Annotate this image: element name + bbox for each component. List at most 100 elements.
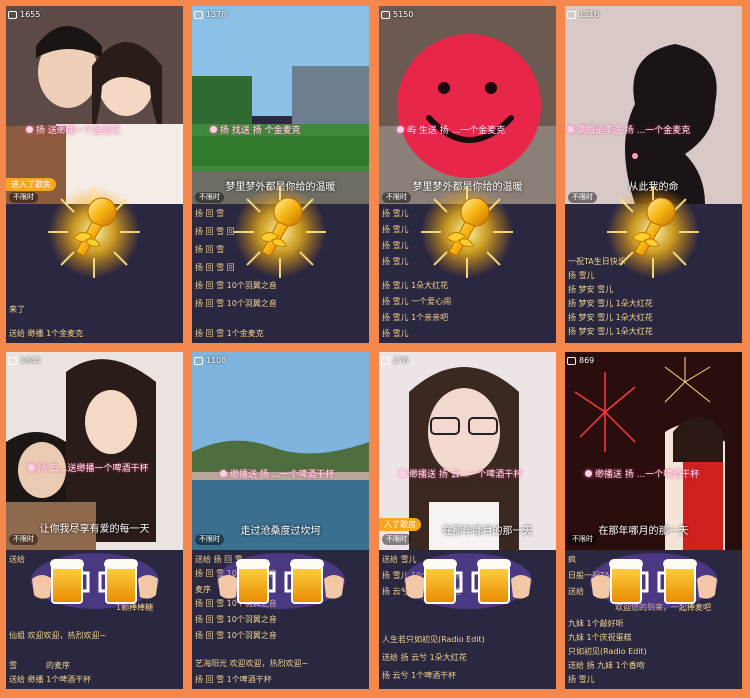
couple-photo <box>6 6 183 204</box>
beer-cheers-gift-icon <box>589 551 719 609</box>
chat-message: 扬 雪儿 <box>382 329 409 338</box>
beer-cheers-gift-icon <box>403 551 533 609</box>
room-card-7[interactable]: 278 缈播送 扬 云...一个啤酒干杯 入了歌房 在那年哪月的那一天 不限时 … <box>379 352 556 689</box>
chat-message: 扬 梦安 雪儿 1朵大红花 <box>568 313 653 322</box>
room-card-4[interactable]: 1216 满眼是李送 扬 ...一个金麦克 从此我的命 不限时 一祝TA生日快乐… <box>565 6 742 343</box>
gift-banner: 缈播送 扬 ...一个啤酒干杯 <box>585 466 699 481</box>
chat-message: 扬 梦安 雪儿 1朵大红花 <box>568 299 653 308</box>
gift-banner: 扬 送缈播一个金麦克 <box>26 122 120 137</box>
time-limit-badge: 不限时 <box>195 534 224 545</box>
time-limit-badge: 不限时 <box>382 534 411 545</box>
time-limit-badge: 不限时 <box>568 534 597 545</box>
beer-cheers-gift-icon <box>216 551 346 609</box>
cover-photo <box>6 6 183 204</box>
chat-message: 送给 扬 云兮 1朵大红花 <box>382 653 467 662</box>
chat-message: 疯 <box>568 555 576 564</box>
chat-message: 扬 云兮 1个啤酒干杯 <box>382 671 457 680</box>
golden-microphone-gift-icon <box>606 185 700 279</box>
viewer-icon <box>194 356 203 365</box>
avatar-icon <box>399 470 406 477</box>
chat-message: 的麦序 <box>46 661 70 670</box>
avatar-icon <box>28 464 35 471</box>
viewer-count: 278 <box>381 354 408 367</box>
chat-message: 扬 回 雪 10个羽翼之音 <box>195 631 277 640</box>
chat-message: 扬 回 雪 1个金麦克 <box>195 329 264 338</box>
chat-message: 雪 <box>9 661 17 670</box>
room-card-5[interactable]: 1843 扬 云...送缈播一个啤酒干杯 让你我尽享有爱的每一天 不限时 送给 … <box>6 352 183 689</box>
viewer-icon <box>567 356 576 365</box>
viewer-count: 5150 <box>381 8 413 21</box>
time-limit-badge: 不限时 <box>195 192 224 203</box>
avatar-icon <box>220 470 227 477</box>
chat-message: 艺海阳光 欢迎欢迎，热烈欢迎~ <box>195 659 309 668</box>
gift-banner: 扬 云...送缈播一个啤酒干杯 <box>28 460 148 475</box>
viewer-icon <box>8 356 17 365</box>
chat-message: 送给 <box>9 555 25 564</box>
room-card-8[interactable]: 869 缈播送 扬 ...一个啤酒干杯 在那年哪月的那一天 不限时 疯 日般一祝… <box>565 352 742 689</box>
chat-message: 扬 回 雪 <box>195 245 225 254</box>
lyric-subtitle: 让你我尽享有爱的每一天 <box>39 524 150 535</box>
chat-message: 送给 缈播 1个啤酒干杯 <box>9 675 92 684</box>
viewer-count: 1378 <box>194 8 226 21</box>
viewer-icon <box>194 10 203 19</box>
chat-message: 扬 雪儿 <box>382 225 409 234</box>
viewer-icon <box>381 356 390 365</box>
chat-message: 九妹 1个庆祝蛋糕 <box>568 633 632 642</box>
cover-photo <box>379 6 556 204</box>
chat-message: 人生若只如初见(Radio Edit) <box>382 635 485 644</box>
chat-message: 扬 雪儿 <box>382 257 409 266</box>
golden-microphone-gift-icon <box>47 185 141 279</box>
golden-microphone-gift-icon <box>233 185 327 279</box>
gift-banner: 缈播送 扬 云...一个啤酒干杯 <box>399 466 522 481</box>
chat-message: 来了 <box>9 305 25 314</box>
chat-message: 扬 梦安 雪儿 1朵大红花 <box>568 327 653 336</box>
time-limit-badge: 不限时 <box>9 192 38 203</box>
golden-microphone-gift-icon <box>420 185 514 279</box>
viewer-count: 1216 <box>567 8 599 21</box>
room-card-1[interactable]: 1655 扬 送缈播一个金麦克 进入了歌房 不限时 来了 送给 缈播 1个金麦克 <box>6 6 183 343</box>
fireworks-photo <box>565 352 742 550</box>
viewer-icon <box>8 10 17 19</box>
cover-photo <box>192 352 369 550</box>
chat-message: 扬 回 雪 10个羽翼之音 <box>195 281 277 290</box>
avatar-icon <box>26 126 33 133</box>
room-card-2[interactable]: 1378 扬 找送 扬 个金麦克 梦里梦外都是你给的温暖 不限时 扬 回 雪 扬… <box>192 6 369 343</box>
chat-message: 送给 缈播 1个金麦克 <box>9 329 84 338</box>
room-card-3[interactable]: 5150 屿 生送 扬 ...一个金麦克 梦里梦外都是你给的温暖 不限时 扬 雪… <box>379 6 556 343</box>
room-card-6[interactable]: 1108 缈播送 扬 ...一个啤酒干杯 走过沧桑度过坎坷 不限时 送给 扬 回… <box>192 352 369 689</box>
chat-message: 仙姐 欢迎欢迎，热烈欢迎~ <box>9 631 107 640</box>
chat-message: 扬 雪儿 1朵大红花 <box>382 281 449 290</box>
chat-message: 扬 雪儿 1个亲亲吧 <box>382 313 449 322</box>
chat-message: 扬 雪儿 一个爱心闹 <box>382 297 452 306</box>
chat-message: 扬 回 雪 回 <box>195 227 235 236</box>
chat-message: 扬 回 雪 1个啤酒干杯 <box>195 675 272 684</box>
viewer-count: 1655 <box>8 8 40 21</box>
viewer-count: 1843 <box>8 354 40 367</box>
cover-photo <box>565 6 742 204</box>
racecourse-photo <box>192 6 369 204</box>
gift-banner: 扬 找送 扬 个金麦克 <box>210 122 301 137</box>
avatar-icon <box>397 126 404 133</box>
gift-banner: 满眼是李送 扬 ...一个金麦克 <box>567 122 690 137</box>
chat-message: 送给 <box>568 587 584 596</box>
chat-message: 九妹 1个敲好听 <box>568 619 624 628</box>
chat-message: 扬 雪儿 <box>382 241 409 250</box>
chat-message: 扬 梦安 雪儿 <box>568 285 614 294</box>
avatar-icon <box>210 126 217 133</box>
time-limit-badge: 不限时 <box>9 534 38 545</box>
chat-message: 扬 回 雪 10个羽翼之音 <box>195 615 277 624</box>
time-limit-badge: 不限时 <box>382 192 411 203</box>
chat-message: 扬 雪儿 <box>568 675 595 684</box>
time-limit-badge: 不限时 <box>568 192 597 203</box>
chat-message: 扬 回 雪 10个羽翼之音 <box>195 299 277 308</box>
chat-message: 扬 回 雪 <box>195 209 225 218</box>
smiley-balloon-photo <box>379 6 556 204</box>
avatar-icon <box>585 470 592 477</box>
chat-message: 扬 雪儿 <box>382 209 409 218</box>
viewer-count: 869 <box>567 354 594 367</box>
lyric-subtitle: 在那年哪月的那一天 <box>442 526 533 537</box>
beer-cheers-gift-icon <box>30 551 160 609</box>
lake-photo <box>192 352 369 550</box>
gift-banner: 缈播送 扬 ...一个啤酒干杯 <box>220 466 334 481</box>
chat-message: 只如初见(Radio Edit) <box>568 647 647 656</box>
